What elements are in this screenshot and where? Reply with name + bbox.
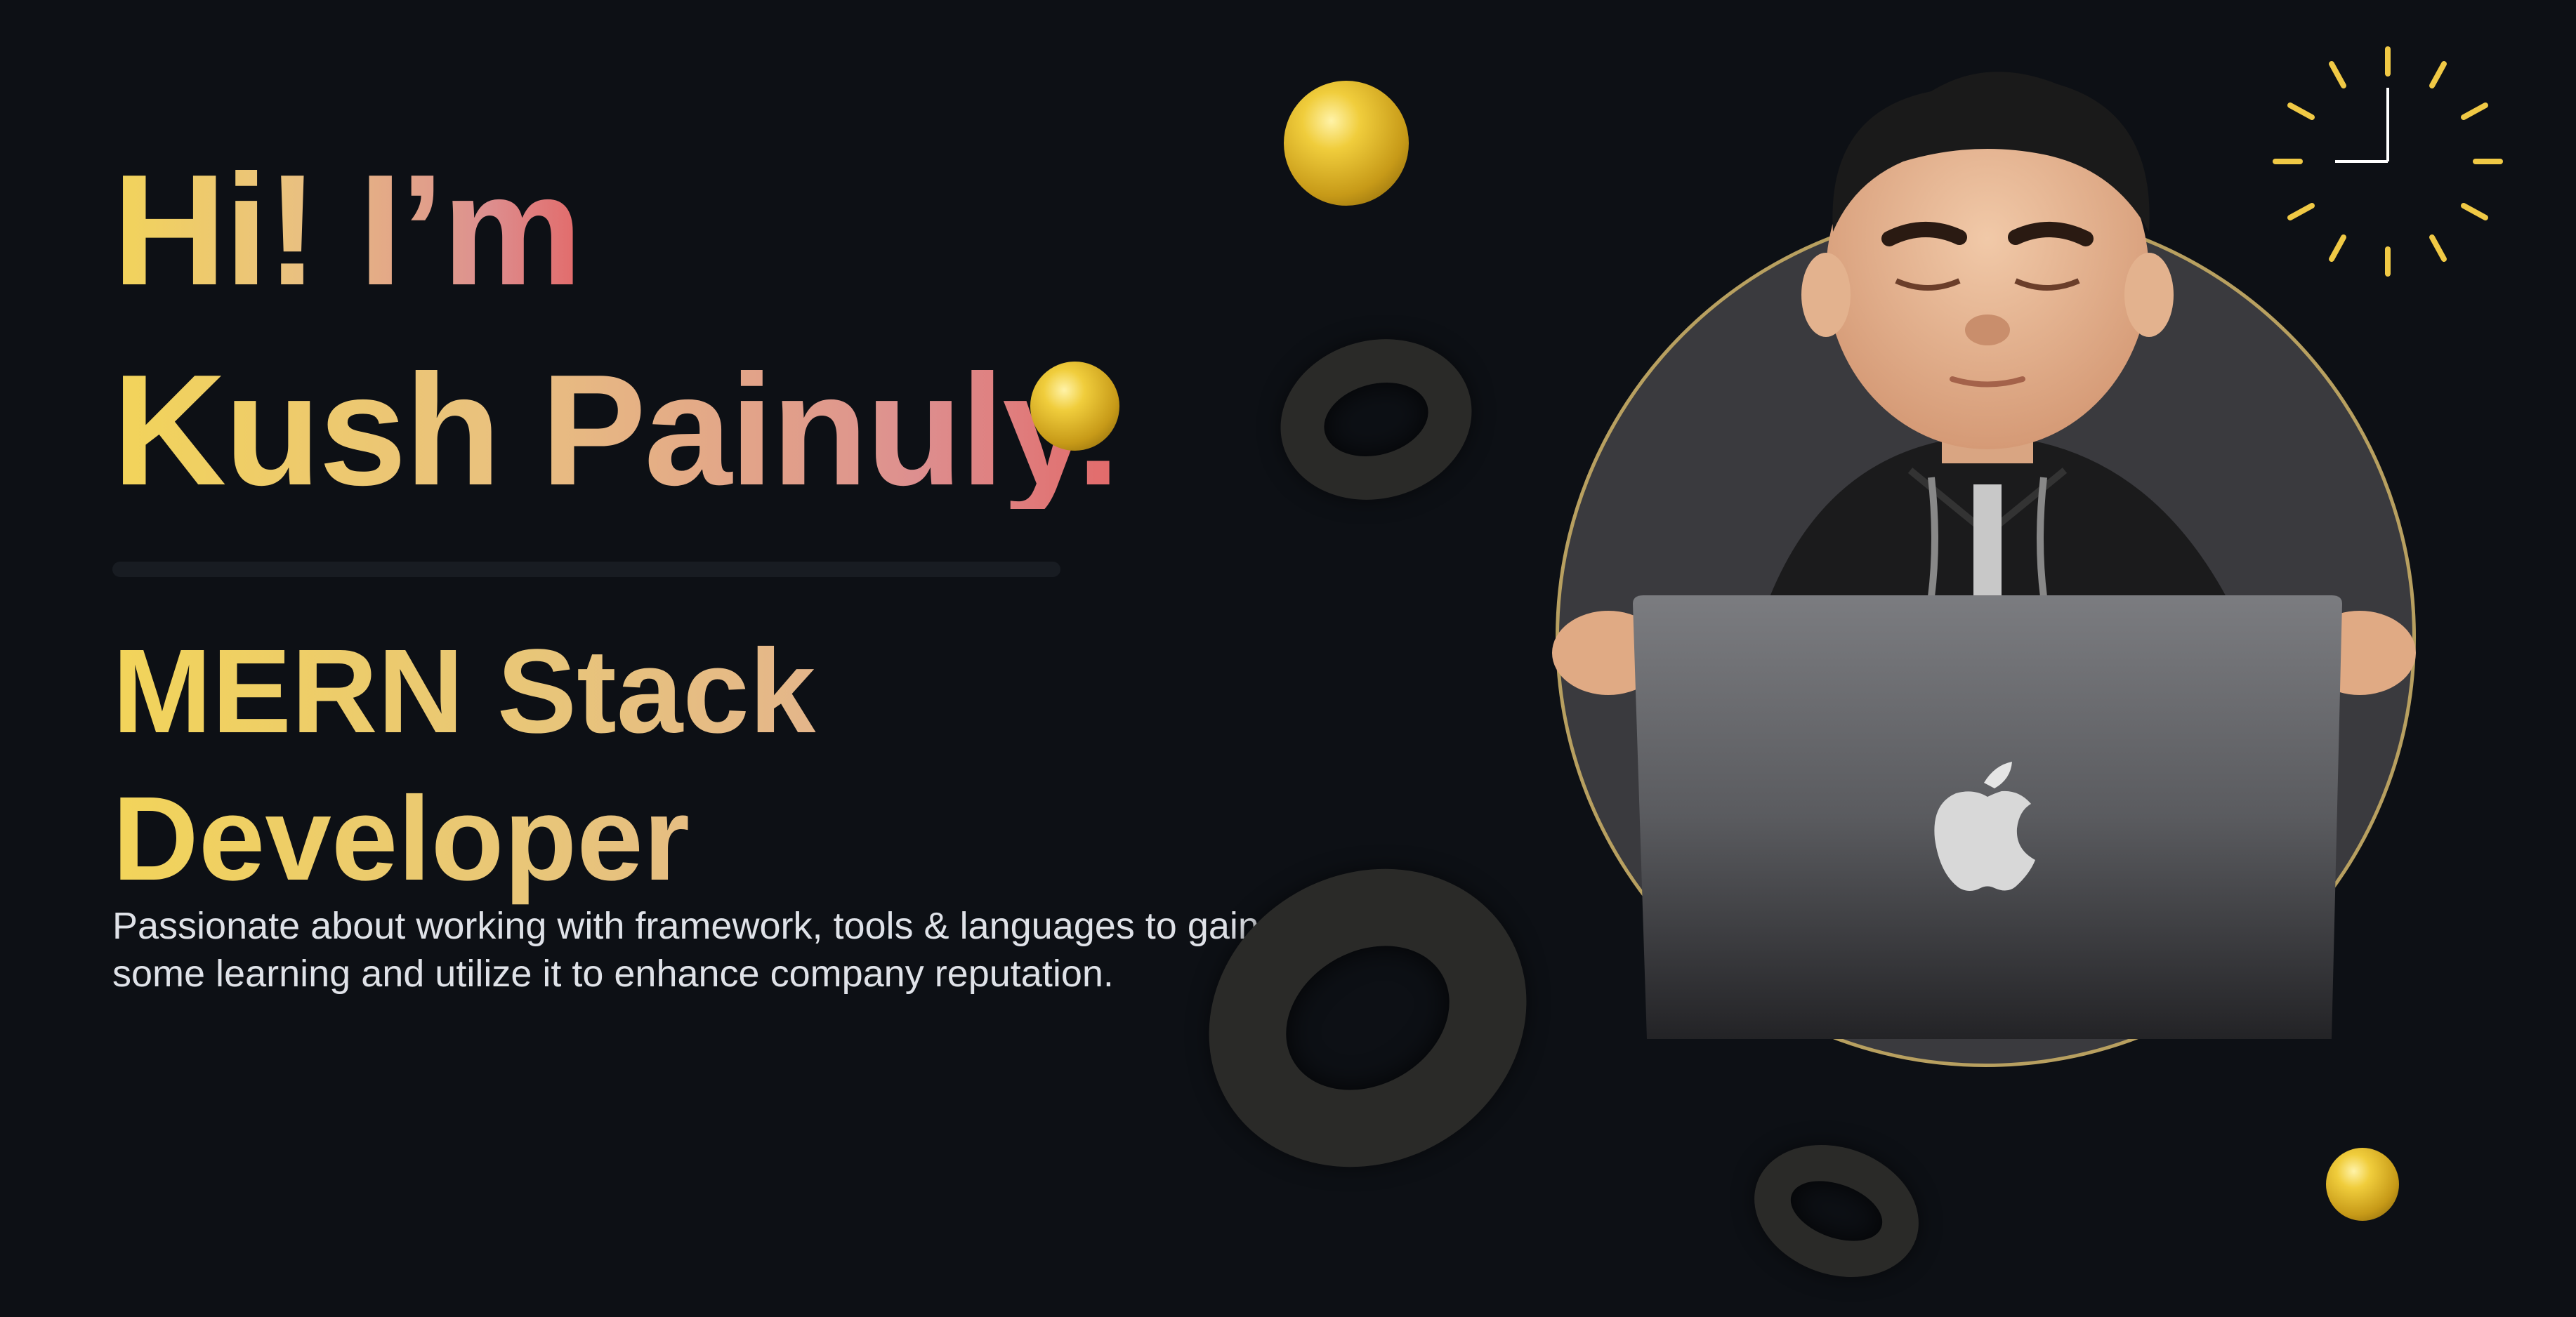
gold-sphere-decoration: [1030, 362, 1119, 451]
torus-decoration: [1735, 1123, 1938, 1299]
name-heading: Kush Painuly.: [112, 341, 1120, 518]
divider: [112, 562, 1060, 577]
torus-decoration: [1154, 812, 1582, 1224]
gold-sphere-decoration: [2326, 1148, 2399, 1221]
greeting-heading: Hi! I’m: [112, 141, 583, 318]
clock-icon: [2273, 46, 2503, 277]
gold-sphere-decoration: [1284, 81, 1409, 206]
role-heading: MERN Stack Developer: [112, 618, 1096, 913]
torus-decoration: [1262, 318, 1490, 521]
bio-text: Passionate about working with framework,…: [112, 905, 1259, 995]
